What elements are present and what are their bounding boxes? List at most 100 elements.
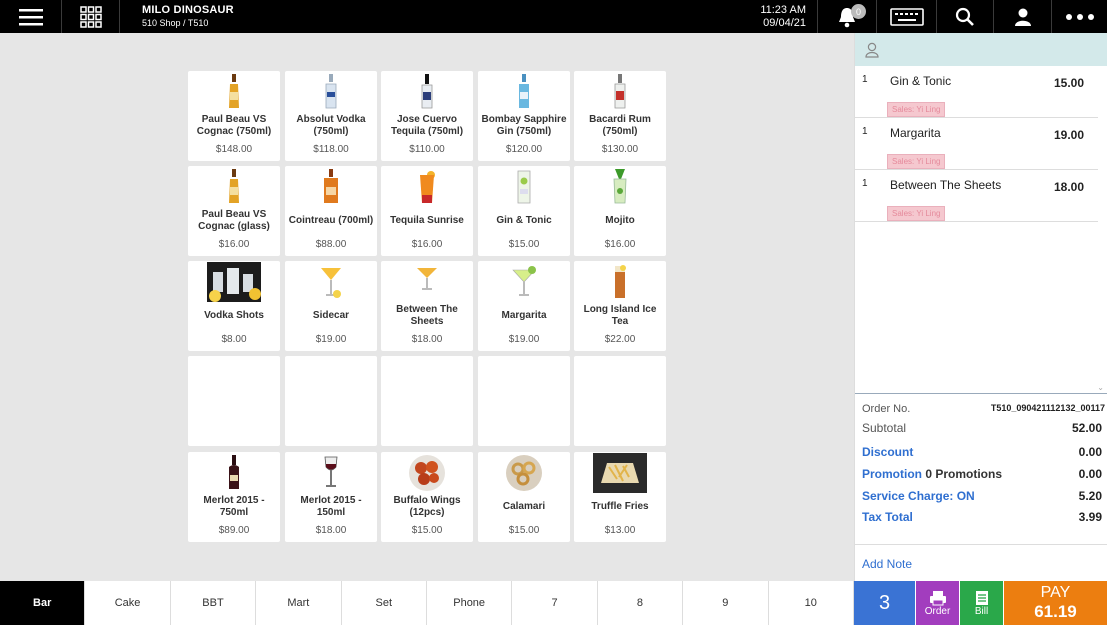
bill-button[interactable]: Bill xyxy=(959,581,1003,625)
order-line-name: Margarita xyxy=(890,126,941,140)
product-name: Paul Beau VS Cognac (750ml) xyxy=(196,114,272,137)
discount-label[interactable]: Discount xyxy=(862,445,913,459)
scroll-down-icon[interactable]: ⌄ xyxy=(1097,383,1104,392)
service-charge-value: 5.20 xyxy=(1078,489,1102,503)
promotion-value: 0.00 xyxy=(1078,467,1102,481)
order-line-price: 19.00 xyxy=(1053,128,1084,142)
category-tab-7[interactable]: 7 xyxy=(512,581,598,625)
bill-icon xyxy=(975,590,988,605)
category-tab-bar[interactable]: Bar xyxy=(0,581,86,625)
order-summary: Order No. T510_090421112132_00117 Subtot… xyxy=(855,393,1107,521)
category-tab-mart[interactable]: Mart xyxy=(256,581,342,625)
product-tile[interactable]: Long Island Ice Tea $22.00 xyxy=(574,261,666,351)
product-tile[interactable]: Absolut Vodka (750ml) $118.00 xyxy=(285,71,377,161)
promotion-label[interactable]: Promotion xyxy=(862,467,922,481)
category-tab-8[interactable]: 8 xyxy=(597,581,684,625)
category-tab-9[interactable]: 9 xyxy=(683,581,769,625)
category-tab-10[interactable]: 10 xyxy=(768,581,854,625)
empty-product-tile[interactable] xyxy=(285,356,377,446)
customer-icon xyxy=(865,42,879,58)
item-count-button[interactable]: 3 xyxy=(854,581,915,625)
user-button[interactable] xyxy=(994,0,1052,33)
product-price: $8.00 xyxy=(221,334,247,345)
item-count: 3 xyxy=(878,591,891,614)
category-tab-cake[interactable]: Cake xyxy=(85,581,171,625)
product-tile[interactable]: Between The Sheets $18.00 xyxy=(381,261,473,351)
product-tile[interactable]: Merlot 2015 - 150ml $18.00 xyxy=(285,452,377,542)
product-tile[interactable]: Margarita $19.00 xyxy=(478,261,570,351)
service-charge-row[interactable]: Service Charge: ON 5.20 xyxy=(862,489,1102,505)
category-tab-phone[interactable]: Phone xyxy=(426,581,513,625)
bill-button-label: Bill xyxy=(974,605,989,617)
customer-bar[interactable] xyxy=(855,33,1107,66)
product-name: Calamari xyxy=(502,501,546,512)
menu-button[interactable] xyxy=(0,0,62,33)
sales-tag: Sales: Yi Ling xyxy=(887,154,946,169)
order-no-value: T510_090421112132_00117 xyxy=(990,403,1105,413)
account-name: MILO DINOSAUR xyxy=(142,4,234,16)
order-line[interactable]: 1 Margarita 19.00 Sales: Yi Ling xyxy=(855,118,1098,170)
buffalo-wings-photo xyxy=(381,454,473,492)
product-price: $148.00 xyxy=(215,144,253,155)
empty-product-tile[interactable] xyxy=(478,356,570,446)
product-tile[interactable]: Tequila Sunrise $16.00 xyxy=(381,166,473,256)
order-line-qty: 1 xyxy=(862,178,868,189)
product-tile[interactable]: Bacardi Rum (750ml) $130.00 xyxy=(574,71,666,161)
product-tile[interactable]: Bombay Sapphire Gin (750ml) $120.00 xyxy=(478,71,570,161)
product-tile[interactable]: Paul Beau VS Cognac (750ml) $148.00 xyxy=(188,71,280,161)
more-dots-icon xyxy=(1065,13,1094,20)
cognac-bottle-icon xyxy=(188,168,280,206)
mojito-icon xyxy=(574,168,666,206)
hamburger-icon xyxy=(18,8,43,25)
product-name: Merlot 2015 - 150ml xyxy=(300,495,362,518)
category-tab-set[interactable]: Set xyxy=(341,581,427,625)
discount-row[interactable]: Discount 0.00 xyxy=(862,445,1102,461)
pay-button[interactable]: PAY 61.19 xyxy=(1003,581,1107,625)
promotion-row[interactable]: Promotion 0 Promotions 0.00 xyxy=(862,467,1102,483)
product-tile[interactable]: Sidecar $19.00 xyxy=(285,261,377,351)
cointreau-bottle-icon xyxy=(285,168,377,206)
product-tile[interactable]: Jose Cuervo Tequila (750ml) $110.00 xyxy=(381,71,473,161)
order-line[interactable]: 1 Between The Sheets 18.00 Sales: Yi Lin… xyxy=(855,170,1098,222)
order-button[interactable]: Order xyxy=(915,581,959,625)
product-name: Absolut Vodka (750ml) xyxy=(296,114,366,137)
product-tile[interactable]: Calamari $15.00 xyxy=(478,452,570,542)
product-tile[interactable]: Buffalo Wings (12pcs) $15.00 xyxy=(381,452,473,542)
add-note-link[interactable]: Add Note xyxy=(862,557,912,571)
product-price: $15.00 xyxy=(508,239,540,250)
keyboard-button[interactable] xyxy=(877,0,937,33)
empty-product-tile[interactable] xyxy=(381,356,473,446)
wine-bottle-icon xyxy=(188,454,280,492)
product-tile[interactable]: Paul Beau VS Cognac (glass) $16.00 xyxy=(188,166,280,256)
product-tile[interactable]: Merlot 2015 - 750ml $89.00 xyxy=(188,452,280,542)
order-line-price: 15.00 xyxy=(1053,76,1084,90)
promotion-text: Promotion 0 Promotions xyxy=(862,467,1002,481)
empty-product-tile[interactable] xyxy=(574,356,666,446)
category-tab-bbt[interactable]: BBT xyxy=(170,581,257,625)
service-charge-label[interactable]: Service Charge: ON xyxy=(862,489,975,503)
date-label: 09/04/21 xyxy=(763,17,806,29)
empty-product-tile[interactable] xyxy=(188,356,280,446)
product-tile[interactable]: Gin & Tonic $15.00 xyxy=(478,166,570,256)
product-name: Mojito xyxy=(605,215,635,226)
keyboard-icon xyxy=(889,7,924,26)
order-line[interactable]: 1 Gin & Tonic 15.00 Sales: Yi Ling xyxy=(855,66,1098,118)
product-tile[interactable]: Vodka Shots $8.00 xyxy=(188,261,280,351)
calamari-photo xyxy=(478,454,570,492)
product-price: $19.00 xyxy=(315,334,347,345)
product-name: Margarita xyxy=(501,310,547,321)
more-button[interactable] xyxy=(1052,0,1107,33)
search-button[interactable] xyxy=(937,0,994,33)
tequila-bottle-icon xyxy=(381,73,473,111)
notifications-button[interactable] xyxy=(817,0,877,33)
product-name: Buffalo Wings (12pcs) xyxy=(393,495,461,518)
product-price: $15.00 xyxy=(508,525,540,536)
product-tile[interactable]: Cointreau (700ml) $88.00 xyxy=(285,166,377,256)
product-tile[interactable]: Truffle Fries $13.00 xyxy=(574,452,666,542)
product-tile[interactable]: Mojito $16.00 xyxy=(574,166,666,256)
product-price: $19.00 xyxy=(508,334,540,345)
notification-count: 0 xyxy=(851,4,866,19)
order-no-row: Order No. T510_090421112132_00117 xyxy=(862,403,1105,419)
product-name: Paul Beau VS Cognac (glass) xyxy=(198,209,270,232)
apps-button[interactable] xyxy=(62,0,120,33)
